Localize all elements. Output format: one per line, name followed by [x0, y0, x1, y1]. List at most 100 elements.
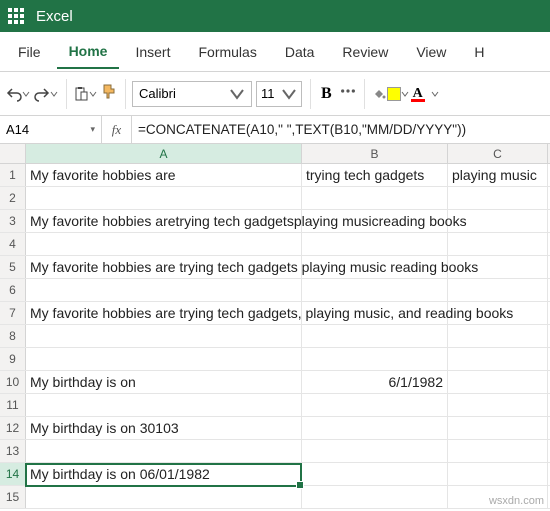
cell-a3[interactable]: My favorite hobbies aretrying tech gadge…	[26, 210, 302, 232]
row-9: 9	[0, 348, 550, 371]
row-header[interactable]: 9	[0, 348, 26, 370]
row-10: 10 My birthday is on 6/1/1982	[0, 371, 550, 394]
tab-review[interactable]: Review	[330, 36, 400, 68]
cell-b10[interactable]: 6/1/1982	[302, 371, 448, 393]
cell-a6[interactable]	[26, 279, 302, 301]
tab-file[interactable]: File	[6, 36, 53, 68]
cell-a11[interactable]	[26, 394, 302, 416]
cell-b9[interactable]	[302, 348, 448, 370]
spreadsheet-grid[interactable]: A B C 1 My favorite hobbies are trying t…	[0, 144, 550, 509]
row-7: 7 My favorite hobbies are trying tech ga…	[0, 302, 550, 325]
row-header[interactable]: 12	[0, 417, 26, 439]
row-header[interactable]: 8	[0, 325, 26, 347]
cell-a14[interactable]: My birthday is on 06/01/1982	[26, 463, 302, 485]
fx-icon[interactable]: fx	[102, 116, 132, 143]
col-header-b[interactable]: B	[302, 144, 448, 163]
toolbar: Calibri 11 B A	[0, 72, 550, 116]
tab-formulas[interactable]: Formulas	[186, 36, 268, 68]
formula-bar: A14 ▾ fx =CONCATENATE(A10," ",TEXT(B10,"…	[0, 116, 550, 144]
cell-c2[interactable]	[448, 187, 548, 209]
cell-b1[interactable]: trying tech gadgets	[302, 164, 448, 186]
font-name-select[interactable]: Calibri	[132, 81, 252, 107]
cell-c4[interactable]	[448, 233, 548, 255]
row-header[interactable]: 1	[0, 164, 26, 186]
undo-button[interactable]	[6, 86, 30, 102]
titlebar: Excel	[0, 0, 550, 32]
tab-view[interactable]: View	[404, 36, 458, 68]
cell-a9[interactable]	[26, 348, 302, 370]
cell-c1[interactable]: playing music	[448, 164, 548, 186]
row-header[interactable]: 14	[0, 463, 26, 485]
cell-a8[interactable]	[26, 325, 302, 347]
row-header[interactable]: 2	[0, 187, 26, 209]
row-header[interactable]: 7	[0, 302, 26, 324]
cell-a1[interactable]: My favorite hobbies are	[26, 164, 302, 186]
select-all-corner[interactable]	[0, 144, 26, 163]
format-painter-button[interactable]	[101, 83, 117, 104]
row-15: 15	[0, 486, 550, 509]
tab-home[interactable]: Home	[57, 35, 120, 69]
cell-b8[interactable]	[302, 325, 448, 347]
row-header[interactable]: 6	[0, 279, 26, 301]
col-header-c[interactable]: C	[448, 144, 548, 163]
redo-button[interactable]	[34, 86, 58, 102]
font-color-button[interactable]: A	[413, 85, 439, 102]
row-header[interactable]: 11	[0, 394, 26, 416]
fill-color-button[interactable]	[371, 86, 409, 102]
cell-b4[interactable]	[302, 233, 448, 255]
cell-a5[interactable]: My favorite hobbies are trying tech gadg…	[26, 256, 302, 278]
bold-button[interactable]: B	[317, 85, 336, 103]
tab-help[interactable]: H	[462, 36, 496, 68]
paint-bucket-icon	[371, 86, 387, 102]
cell-c13[interactable]	[448, 440, 548, 462]
font-size-select[interactable]: 11	[256, 81, 302, 107]
cell-a10[interactable]: My birthday is on	[26, 371, 302, 393]
font-color-swatch	[411, 99, 425, 102]
row-header[interactable]: 15	[0, 486, 26, 508]
cell-c10[interactable]	[448, 371, 548, 393]
cell-c12[interactable]	[448, 417, 548, 439]
cell-c14[interactable]	[448, 463, 548, 485]
row-header[interactable]: 5	[0, 256, 26, 278]
cell-c9[interactable]	[448, 348, 548, 370]
row-3: 3 My favorite hobbies aretrying tech gad…	[0, 210, 550, 233]
chevron-down-icon	[281, 86, 297, 102]
cell-a15[interactable]	[26, 486, 302, 508]
row-6: 6	[0, 279, 550, 302]
row-14: 14 My birthday is on 06/01/1982	[0, 463, 550, 486]
paste-button[interactable]	[73, 86, 97, 102]
row-header[interactable]: 4	[0, 233, 26, 255]
watermark: wsxdn.com	[489, 495, 544, 507]
cell-b13[interactable]	[302, 440, 448, 462]
tab-data[interactable]: Data	[273, 36, 327, 68]
row-5: 5 My favorite hobbies are trying tech ga…	[0, 256, 550, 279]
cell-a13[interactable]	[26, 440, 302, 462]
app-launcher-icon[interactable]	[8, 7, 26, 25]
row-1: 1 My favorite hobbies are trying tech ga…	[0, 164, 550, 187]
more-font-button[interactable]	[340, 83, 356, 104]
row-header[interactable]: 3	[0, 210, 26, 232]
name-box[interactable]: A14 ▾	[0, 116, 102, 143]
row-header[interactable]: 10	[0, 371, 26, 393]
cell-a2[interactable]	[26, 187, 302, 209]
cell-a4[interactable]	[26, 233, 302, 255]
row-13: 13	[0, 440, 550, 463]
cell-a12[interactable]: My birthday is on 30103	[26, 417, 302, 439]
cell-b12[interactable]	[302, 417, 448, 439]
cell-c8[interactable]	[448, 325, 548, 347]
cell-b6[interactable]	[302, 279, 448, 301]
cell-b2[interactable]	[302, 187, 448, 209]
cell-c11[interactable]	[448, 394, 548, 416]
formula-input[interactable]: =CONCATENATE(A10," ",TEXT(B10,"MM/DD/YYY…	[132, 122, 550, 137]
cell-b15[interactable]	[302, 486, 448, 508]
font-size-value: 11	[261, 86, 275, 101]
cell-c6[interactable]	[448, 279, 548, 301]
name-box-value: A14	[6, 122, 29, 137]
col-header-a[interactable]: A	[26, 144, 302, 163]
cell-a7[interactable]: My favorite hobbies are trying tech gadg…	[26, 302, 302, 324]
tab-insert[interactable]: Insert	[123, 36, 182, 68]
row-header[interactable]: 13	[0, 440, 26, 462]
cell-b14[interactable]	[302, 463, 448, 485]
cell-b11[interactable]	[302, 394, 448, 416]
fill-color-swatch	[387, 87, 401, 101]
